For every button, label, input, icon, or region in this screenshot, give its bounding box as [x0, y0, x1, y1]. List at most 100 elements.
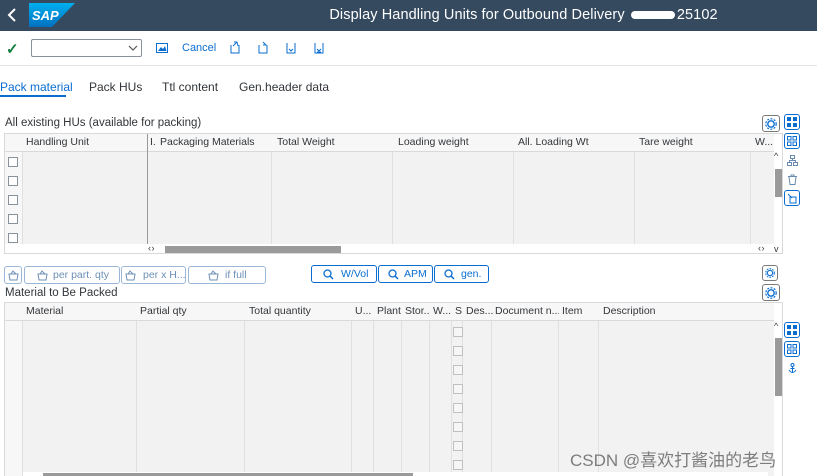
status-checkbox[interactable] [453, 403, 463, 413]
column-divider [462, 321, 463, 476]
status-checkbox[interactable] [453, 327, 463, 337]
select-all-button[interactable] [784, 322, 800, 338]
material-section-title: Material to Be Packed [5, 287, 118, 299]
row-checkbox[interactable] [8, 176, 18, 186]
button-label: if full [225, 269, 247, 281]
anchor-button[interactable] [784, 360, 800, 376]
select-all-button[interactable] [784, 114, 800, 130]
last-page-icon[interactable] [312, 41, 326, 55]
col-w[interactable]: W... [751, 134, 775, 152]
w-vol-button[interactable]: W/Vol [311, 265, 377, 283]
status-checkbox[interactable] [453, 422, 463, 432]
per-part-qty-button[interactable]: per part. qty [24, 266, 120, 284]
hu-table-body [23, 152, 774, 244]
col-tare-weight[interactable]: Tare weight [635, 134, 750, 152]
material-horizontal-scrollbar[interactable] [23, 472, 768, 476]
page-title: Display Handling Units for Outbound Deli… [0, 7, 817, 23]
pack-icon [37, 270, 48, 281]
column-divider [513, 152, 514, 244]
column-divider [147, 134, 148, 244]
col-document-number[interactable]: Document n... [491, 303, 559, 321]
col-partial-qty[interactable]: Partial qty [136, 303, 244, 321]
col-material[interactable]: Material [22, 303, 136, 321]
enter-check-icon[interactable]: ✓ [6, 40, 19, 58]
zoom-icon [388, 269, 399, 280]
tab-active-indicator [0, 95, 66, 97]
buttons-settings-button[interactable] [762, 265, 778, 281]
redaction-mark [630, 11, 675, 20]
scroll-up-icon[interactable]: ^ [774, 321, 778, 331]
tab-pack-hus[interactable]: Pack HUs [89, 80, 142, 94]
apm-button[interactable]: APM [378, 265, 433, 283]
hierarchy-button[interactable] [784, 152, 800, 168]
hu-section-title: All existing HUs (available for packing) [5, 117, 202, 129]
cancel-button[interactable]: Cancel [182, 42, 216, 54]
title-suffix: 25102 [676, 7, 718, 23]
hu-horizontal-scrollbar[interactable] [147, 245, 767, 253]
col-plant[interactable]: Plant [373, 303, 402, 321]
row-checkbox[interactable] [8, 157, 18, 167]
scroll-thumb[interactable] [165, 246, 341, 253]
next-page-icon[interactable] [284, 41, 298, 55]
status-checkbox[interactable] [453, 441, 463, 451]
scroll-left-arrows[interactable]: ‹ › [148, 243, 154, 253]
column-divider [392, 152, 393, 244]
status-checkbox[interactable] [453, 384, 463, 394]
col-all-loading-wt[interactable]: All. Loading Wt [514, 134, 634, 152]
gen-button[interactable]: gen. [434, 265, 489, 283]
chevron-down-icon[interactable] [128, 41, 138, 55]
col-description[interactable]: Description [599, 303, 769, 321]
pack-icon [208, 270, 219, 281]
col-total-weight[interactable]: Total Weight [273, 134, 393, 152]
toolbar: ✓ Cancel [0, 31, 817, 66]
if-full-button[interactable]: if full [188, 266, 266, 284]
previous-page-icon[interactable] [256, 41, 270, 55]
deselect-all-button[interactable] [784, 133, 800, 149]
tab-ttl-content[interactable]: Ttl content [162, 80, 218, 94]
col-handling-unit[interactable]: Handling Unit [22, 134, 150, 152]
scroll-down-icon[interactable]: v [774, 244, 778, 254]
status-checkbox[interactable] [453, 460, 463, 470]
status-checkbox[interactable] [453, 365, 463, 375]
col-total-quantity[interactable]: Total quantity [245, 303, 350, 321]
scroll-thumb[interactable] [775, 169, 782, 197]
per-x-hu-button[interactable]: per x H... [121, 266, 186, 284]
col-item[interactable]: Item [558, 303, 598, 321]
scroll-up-icon[interactable]: ^ [774, 151, 778, 161]
column-divider [136, 321, 137, 476]
col-loading-weight[interactable]: Loading weight [394, 134, 514, 152]
pack-all-button[interactable] [4, 266, 22, 284]
button-label: W/Vol [341, 268, 369, 280]
col-w[interactable]: W... [429, 303, 451, 321]
row-checkbox[interactable] [8, 195, 18, 205]
column-divider [429, 321, 430, 476]
image-icon[interactable] [155, 41, 169, 55]
hu-settings-button[interactable] [762, 115, 780, 132]
deselect-all-button[interactable] [784, 341, 800, 357]
scroll-thumb[interactable] [775, 338, 782, 396]
scroll-right-arrows[interactable]: ‹ › [758, 243, 764, 253]
row-checkbox[interactable] [8, 214, 18, 224]
status-checkbox[interactable] [453, 346, 463, 356]
hu-table: Handling Unit I. Packaging Materials Tot… [4, 133, 783, 254]
hu-vertical-scrollbar[interactable] [774, 152, 782, 244]
tab-gen-header-data[interactable]: Gen.header data [239, 80, 329, 94]
column-divider [271, 152, 272, 244]
pack-icon [125, 270, 136, 281]
gear-icon [765, 118, 777, 130]
material-table-header: Material Partial qty Total quantity U...… [5, 303, 774, 321]
first-page-icon[interactable] [228, 41, 242, 55]
pack-button[interactable] [784, 190, 800, 206]
delete-button[interactable] [784, 171, 800, 187]
col-description-short[interactable]: Des... [462, 303, 493, 321]
hu-table-header: Handling Unit I. Packaging Materials Tot… [5, 134, 774, 152]
anchor-icon [788, 363, 797, 373]
tab-pack-material[interactable]: Pack material [0, 80, 73, 94]
command-field[interactable] [31, 39, 142, 57]
col-packaging-materials[interactable]: Packaging Materials [156, 134, 272, 152]
col-unit[interactable]: U... [351, 303, 373, 321]
material-settings-button[interactable] [762, 284, 780, 301]
row-checkbox[interactable] [8, 233, 18, 243]
trash-icon [788, 174, 797, 185]
col-storage[interactable]: Stor... [401, 303, 430, 321]
